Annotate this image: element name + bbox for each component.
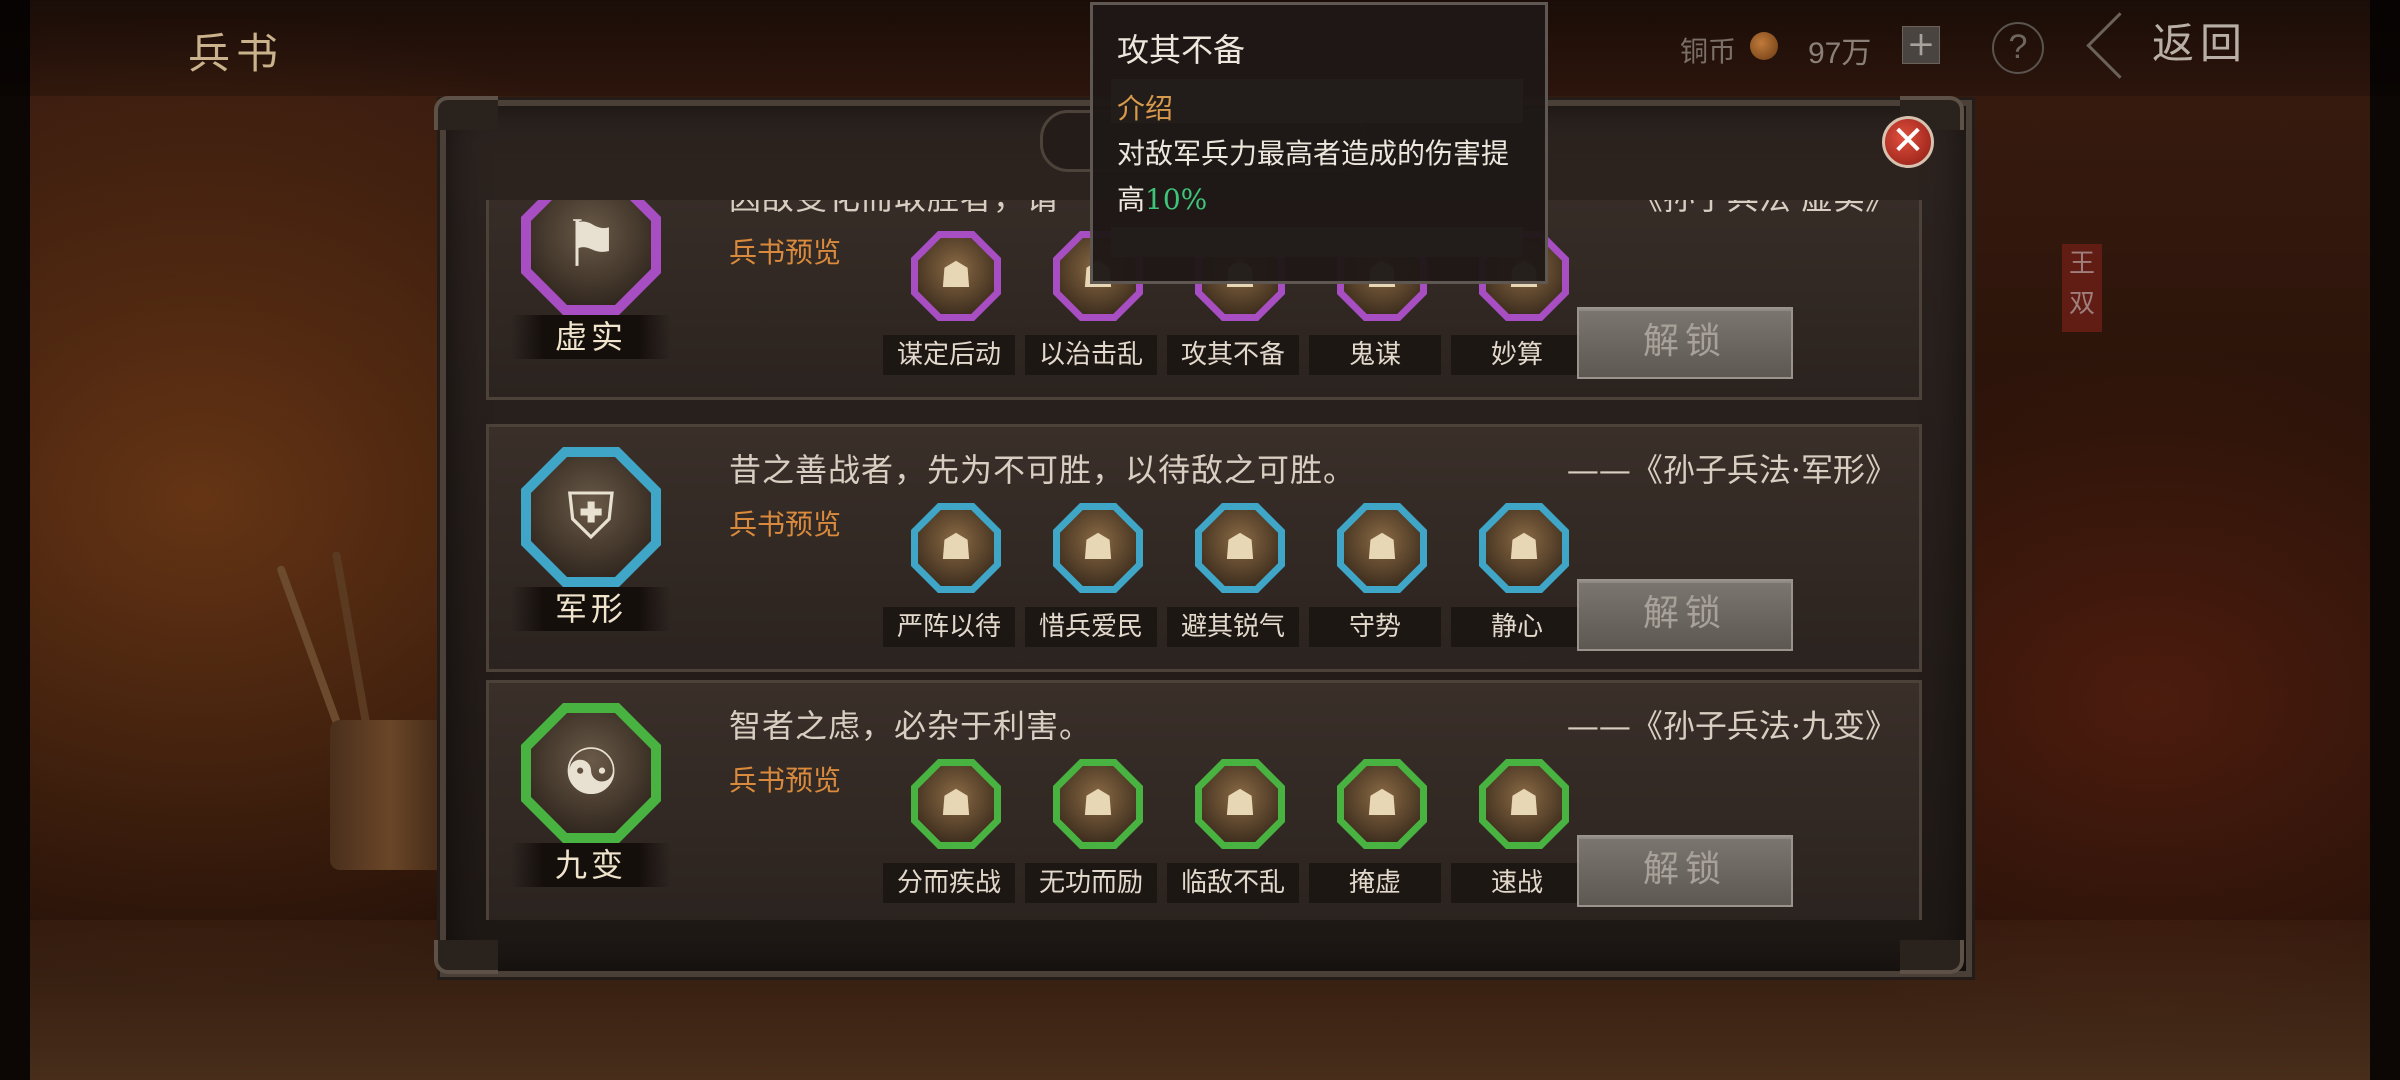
skill-glyph: ☗ [939,527,973,568]
coin-icon [1750,32,1778,60]
skill-list: ☗ 严阵以待 ☗ 惜兵爱民 ☗ 避其锐气 ☗ 守势 ☗ 静心 [883,503,1623,663]
emblem-glyph: ☯ [562,736,620,810]
skill-label: 临敌不乱 [1167,863,1299,903]
skill-icon: ☗ [1337,503,1427,593]
skill-glyph: ☗ [939,783,973,824]
skill-item[interactable]: ☗ 避其锐气 [1167,503,1303,659]
book-quote-source: ——《孙子兵法·九变》 [1566,707,1897,745]
skill-item[interactable]: ☗ 守势 [1309,503,1445,659]
book-emblem-icon[interactable]: ☯ [521,703,661,843]
tooltip-description: 对敌军兵力最高者造成的伤害提高10% [1117,131,1529,223]
unlock-button[interactable]: 解锁 [1577,307,1793,379]
back-button[interactable]: 返回 [2096,14,2304,74]
page-title: 兵书 [188,29,285,78]
skill-label: 以治击乱 [1025,335,1157,375]
panel-corner-ornament [434,96,498,130]
book-quote: 昔之善战者，先为不可胜，以待敌之可胜。 [729,451,1357,489]
skill-label: 避其锐气 [1167,607,1299,647]
skill-label: 惜兵爱民 [1025,607,1157,647]
tooltip-footer-bar [1111,227,1523,257]
skill-item[interactable]: ☗ 严阵以待 [883,503,1019,659]
book-emblem-icon[interactable]: ⛨ [521,447,661,587]
tooltip-highlight-value: 10% [1145,183,1208,216]
skill-glyph: ☗ [1365,527,1399,568]
skill-item[interactable]: ☗ 惜兵爱民 [1025,503,1161,659]
side-name-tag: 王双 [2062,244,2102,332]
skill-label: 攻其不备 [1167,335,1299,375]
skill-icon: ☗ [1337,759,1427,849]
skill-icon: ☗ [1479,759,1569,849]
skill-item[interactable]: ☗ 谋定后动 [883,231,1019,387]
skill-glyph: ☗ [939,255,973,296]
skill-label: 分而疾战 [883,863,1015,903]
skill-icon: ☗ [1195,759,1285,849]
skill-label: 严阵以待 [883,607,1015,647]
skill-icon: ☗ [1479,503,1569,593]
unlock-button[interactable]: 解锁 [1577,579,1793,651]
book-quote-source: 《孙子兵法·虚实》 [1631,200,1897,219]
coin-value: 97万 [1808,37,1872,70]
book-preview-link[interactable]: 兵书预览 [729,231,841,271]
skill-glyph: ☗ [1081,527,1115,568]
skill-glyph: ☗ [1223,783,1257,824]
book-preview-link[interactable]: 兵书预览 [729,759,841,799]
emblem-glyph: ⚑ [562,208,620,282]
skill-item[interactable]: ☗ 临敌不乱 [1167,759,1303,915]
close-button[interactable]: ✕ [1882,116,1934,168]
skill-icon: ☗ [1195,503,1285,593]
skill-label: 速战 [1451,863,1583,903]
tooltip-section-label: 介绍 [1117,92,1174,125]
skill-icon: ☗ [911,759,1001,849]
skill-item[interactable]: ☗ 分而疾战 [883,759,1019,915]
skill-list: ☗ 分而疾战 ☗ 无功而励 ☗ 临敌不乱 ☗ 掩虚 ☗ 速战 [883,759,1623,919]
unlock-button[interactable]: 解锁 [1577,835,1793,907]
book-name: 军形 [511,587,671,631]
skill-label: 无功而励 [1025,863,1157,903]
skill-label: 谋定后动 [883,335,1015,375]
skill-item[interactable]: ☗ 静心 [1451,503,1587,659]
panel-corner-ornament [1900,940,1964,974]
add-coin-button[interactable]: + [1902,26,1940,64]
skill-icon: ☗ [911,231,1001,321]
book-preview-link[interactable]: 兵书预览 [729,503,841,543]
book-quote: 智者之虑，必杂于利害。 [729,707,1093,745]
skill-glyph: ☗ [1223,527,1257,568]
skill-icon: ☗ [911,503,1001,593]
skill-icon: ☗ [1053,759,1143,849]
skill-icon: ☗ [1053,503,1143,593]
panel-corner-ornament [434,940,498,974]
skill-glyph: ☗ [1507,527,1541,568]
skill-item[interactable]: ☗ 速战 [1451,759,1587,915]
book-list[interactable]: ⚑ 虚实 因敌变化而取胜者，谓 《孙子兵法·虚实》兵书预览 ☗ 谋定后动 ☗ 以治击乱 ☗ 攻其不… [452,200,1946,920]
skill-glyph: ☗ [1081,783,1115,824]
skill-item[interactable]: ☗ 无功而励 [1025,759,1161,915]
skill-tooltip: 攻其不备 介绍 对敌军兵力最高者造成的伤害提高10% [1090,2,1548,284]
tooltip-title: 攻其不备 [1117,31,1246,69]
book-name: 九变 [511,843,671,887]
emblem-glyph: ⛨ [567,480,615,554]
skill-label: 守势 [1309,607,1441,647]
book-quote-source: ——《孙子兵法·军形》 [1566,451,1897,489]
help-button[interactable]: ? [1992,22,2044,74]
coin-label: 铜币 [1680,35,1737,68]
skill-label: 鬼谋 [1309,335,1441,375]
book-name: 虚实 [511,315,671,359]
book-card: ☯ 九变 智者之虑，必杂于利害。 ——《孙子兵法·九变》 兵书预览 ☗ 分而疾战 ☗ 无功而励 ☗… [486,680,1922,920]
skill-item[interactable]: ☗ 掩虚 [1309,759,1445,915]
skill-label: 掩虚 [1309,863,1441,903]
book-emblem-icon[interactable]: ⚑ [521,200,661,315]
skill-label: 静心 [1451,607,1583,647]
book-card: ⛨ 军形 昔之善战者，先为不可胜，以待敌之可胜。 ——《孙子兵法·军形》兵书预览 ☗ 严阵… [486,424,1922,672]
skill-label: 妙算 [1451,335,1583,375]
skill-glyph: ☗ [1507,783,1541,824]
book-quote: 因敌变化而取胜者，谓 [729,200,1059,219]
background-edge-right [2370,0,2400,1080]
background-edge-left [0,0,30,1080]
brush-pot-decoration [330,720,450,870]
skill-glyph: ☗ [1365,783,1399,824]
